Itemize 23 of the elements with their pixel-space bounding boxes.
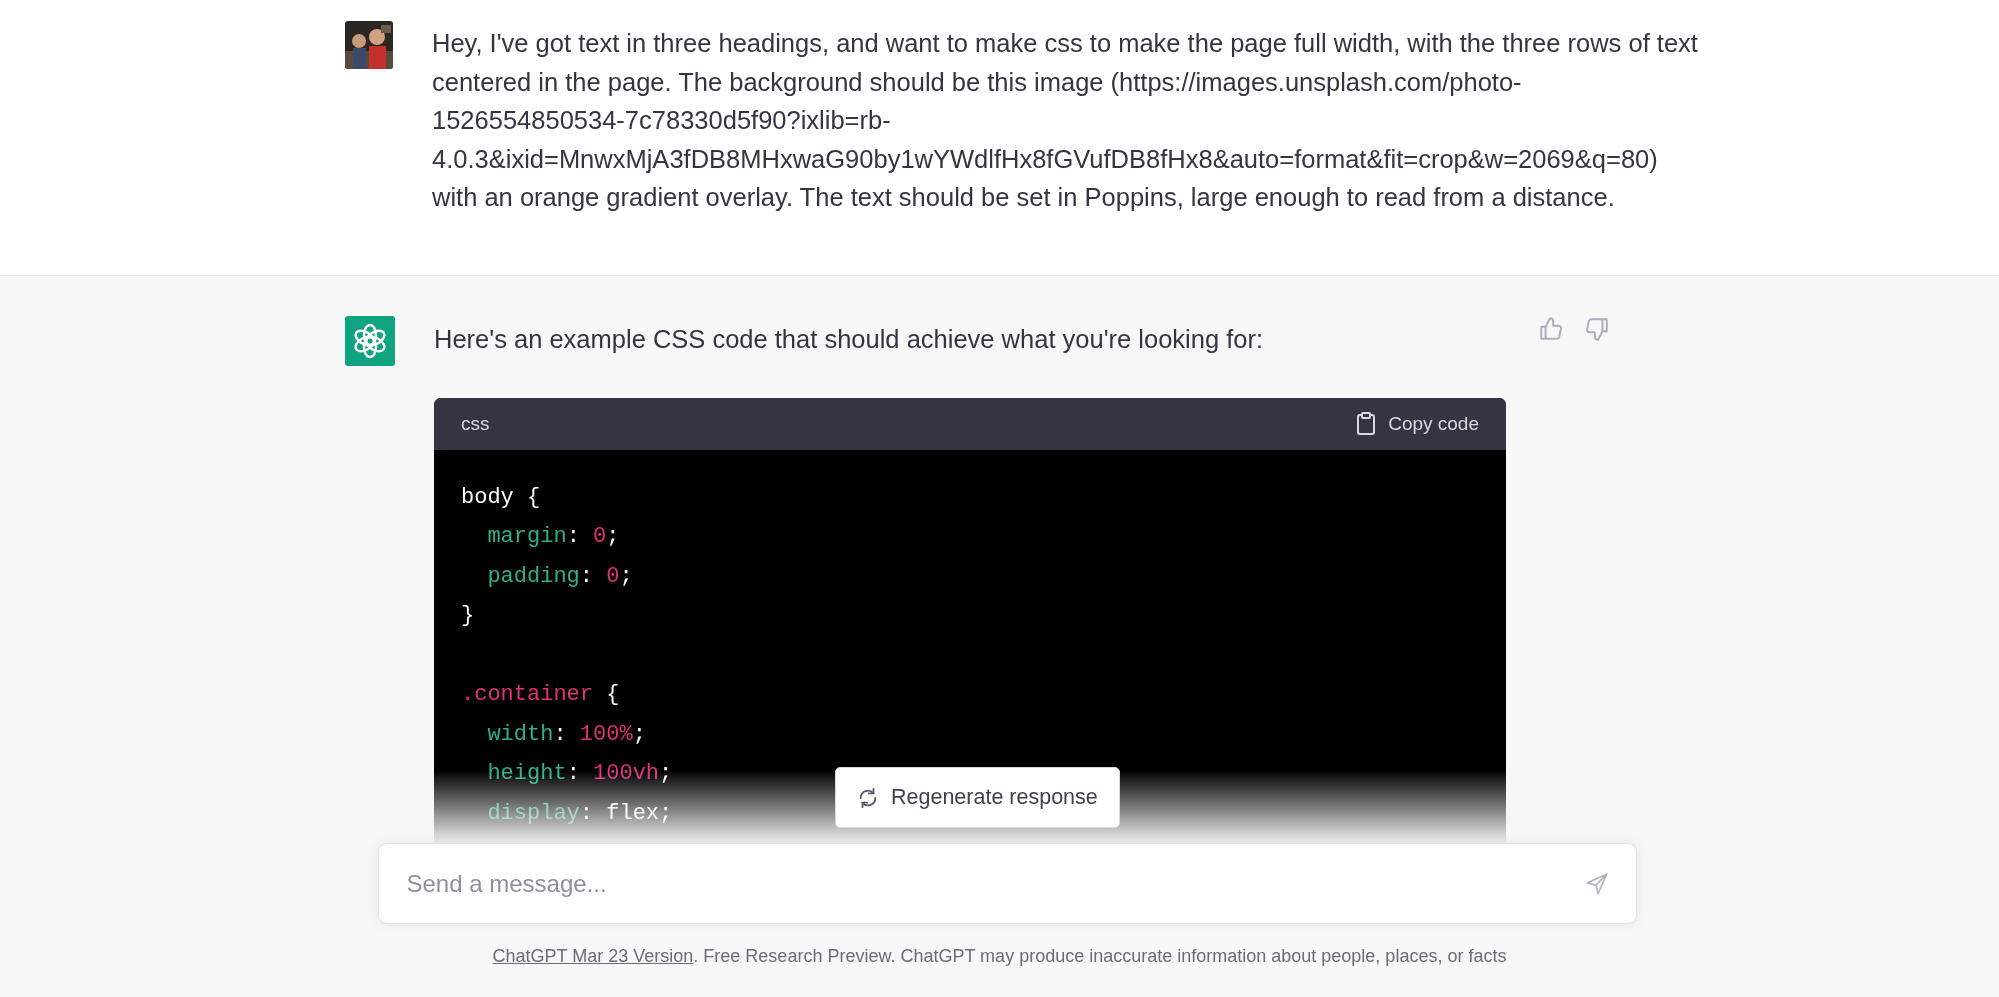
code-line: margin: 0; — [486, 523, 620, 551]
message-field[interactable]: Send a message... — [377, 843, 1637, 924]
footer-text: ChatGPT Mar 23 Version. Free Research Preview. ChatGPT may produce inaccurate information about people, places, or facts — [492, 946, 1507, 967]
version-link[interactable]: ChatGPT Mar 23 Version — [492, 946, 694, 966]
code-language: css — [461, 412, 490, 435]
code-line: padding: 0; — [486, 562, 633, 591]
thumbs-down-icon[interactable] — [1584, 315, 1610, 342]
refresh-icon — [857, 786, 879, 809]
clipboard-icon — [1356, 411, 1377, 436]
logo-icon — [345, 315, 395, 366]
code-line: width: 100%; — [486, 720, 646, 749]
message-input[interactable]: Send a message... — [404, 868, 1584, 899]
regenerate-response-button[interactable]: Regenerate response — [835, 767, 1120, 828]
code-line: } — [461, 602, 475, 630]
code-line: body { — [461, 483, 541, 512]
thumbs-up-icon[interactable] — [1538, 315, 1564, 342]
copy-code-button[interactable]: Copy code — [1356, 411, 1479, 436]
message-text: Here's an example CSS code that should achieve what you're looking for: — [434, 323, 1264, 355]
code-line: height: 100vh; — [486, 760, 673, 788]
code-line: display: flex; — [486, 799, 673, 828]
code-line: .container { — [461, 681, 620, 709]
message-text: Hey, I've got text in three headings, and want to make css to make the page full width, with the three rows of text centered in the page. The background should be this image (https://images.unsplash.com/photo-1526554850534-7c78330d5f90?ixlib=rb-4.0.3&ixid=MnwxMjA3fDB8MHxwaG90by1wYWdlfHx8fGVufDB8fHx8&auto=format&fit=crop&w=2069&q=80) with an orange gradient overlay. The text should be set in Poppins, large enough to read from a distance. — [432, 28, 1699, 213]
send-icon[interactable] — [1583, 870, 1610, 897]
